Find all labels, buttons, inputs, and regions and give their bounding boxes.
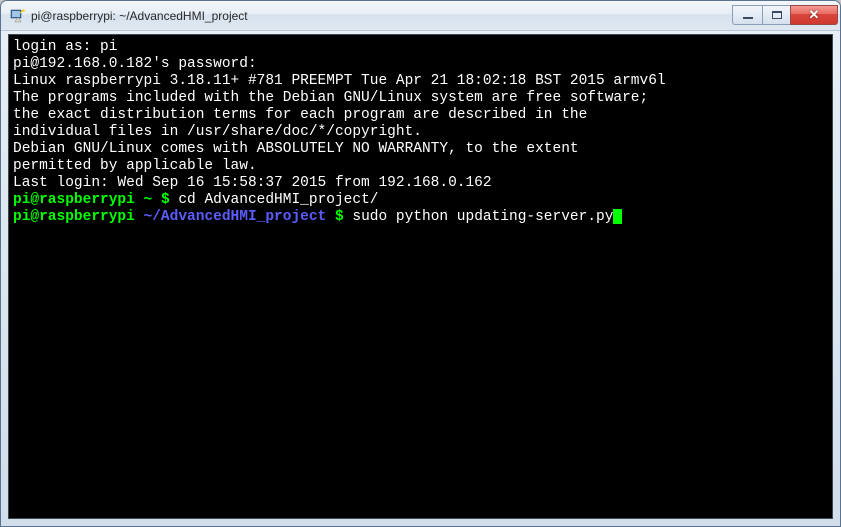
prompt-line-2: pi@raspberrypi ~/AdvancedHMI_project $ s…: [13, 209, 828, 226]
prompt-tilde: ~: [135, 192, 161, 208]
terminal-line: permitted by applicable law.: [13, 158, 828, 175]
window-controls: ✕: [732, 6, 838, 25]
terminal-line: Last login: Wed Sep 16 15:58:37 2015 fro…: [13, 175, 828, 192]
maximize-icon: [772, 11, 782, 19]
minimize-icon: [743, 16, 753, 19]
terminal-line: pi@192.168.0.182's password:: [13, 56, 828, 73]
minimize-button[interactable]: [732, 5, 762, 25]
titlebar[interactable]: pi@raspberrypi: ~/AdvancedHMI_project ✕: [1, 1, 840, 31]
prompt-userhost: pi@raspberrypi: [13, 192, 135, 208]
prompt-cmd: cd AdvancedHMI_project/: [178, 192, 378, 208]
prompt-dollar: $: [326, 209, 352, 225]
terminal-line: Debian GNU/Linux comes with ABSOLUTELY N…: [13, 141, 828, 158]
terminal-line: individual files in /usr/share/doc/*/cop…: [13, 124, 828, 141]
close-icon: ✕: [809, 7, 820, 23]
terminal-line: login as: pi: [13, 39, 828, 56]
terminal-area[interactable]: login as: pipi@192.168.0.182's password:…: [8, 34, 833, 519]
prompt-sep: [135, 209, 144, 225]
prompt-cmd: sudo python updating-server.py: [352, 209, 613, 225]
putty-window: pi@raspberrypi: ~/AdvancedHMI_project ✕ …: [0, 0, 841, 527]
putty-icon: [9, 8, 25, 24]
terminal-line: the exact distribution terms for each pr…: [13, 107, 828, 124]
maximize-button[interactable]: [762, 5, 790, 25]
prompt-userhost: pi@raspberrypi: [13, 209, 135, 225]
prompt-path: ~/AdvancedHMI_project: [144, 209, 327, 225]
prompt-dollar: $: [161, 192, 178, 208]
prompt-line-1: pi@raspberrypi ~ $ cd AdvancedHMI_projec…: [13, 192, 828, 209]
terminal-cursor: [613, 209, 622, 224]
close-button[interactable]: ✕: [790, 5, 838, 25]
terminal-line: The programs included with the Debian GN…: [13, 90, 828, 107]
window-title: pi@raspberrypi: ~/AdvancedHMI_project: [31, 9, 732, 23]
terminal-line: Linux raspberrypi 3.18.11+ #781 PREEMPT …: [13, 73, 828, 90]
